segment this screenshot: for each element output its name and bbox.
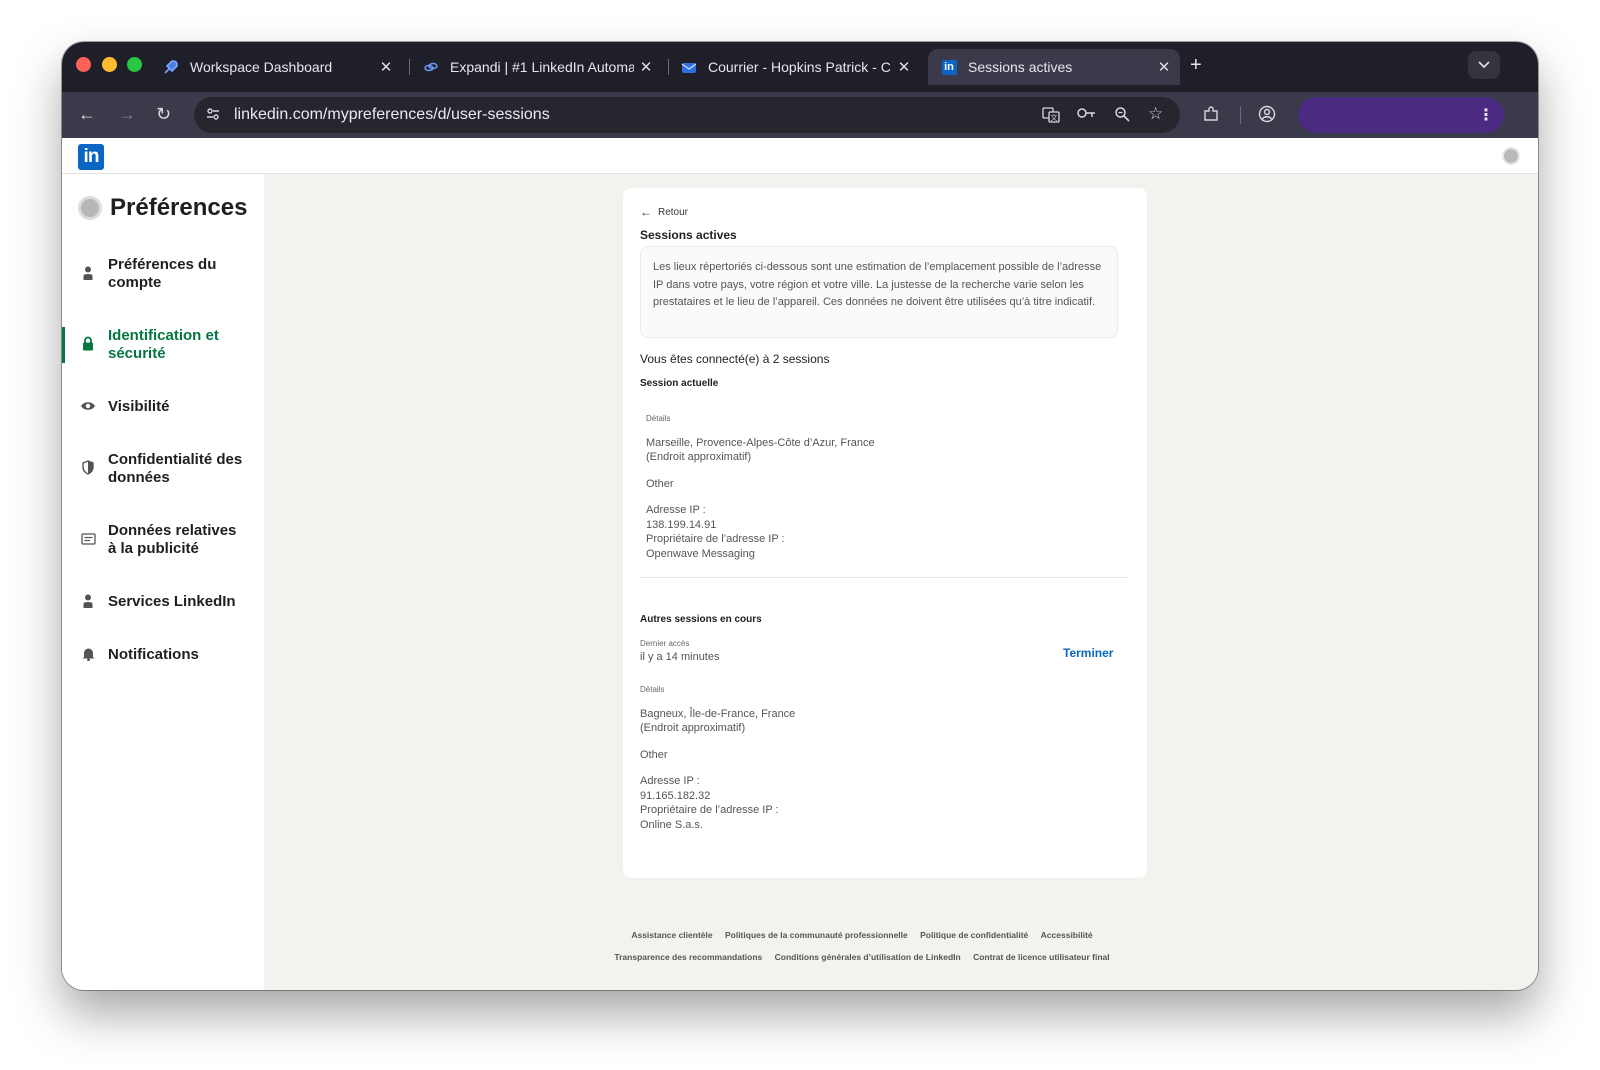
footer-link[interactable]: Politiques de la communauté professionne… — [725, 930, 908, 940]
tab-courrier[interactable]: Courrier - Hopkins Patrick - C ✕ — [668, 49, 920, 85]
back-arrow-icon[interactable]: ← — [78, 104, 96, 124]
ip-owner-label: Propriétaire de l’adresse IP : — [640, 804, 779, 816]
ip-value: 138.199.14.91 — [646, 519, 717, 531]
sidebar-item-security[interactable]: Identification et sécurité — [62, 327, 264, 363]
account-circle-icon[interactable] — [1258, 105, 1276, 128]
shield-icon — [78, 460, 98, 478]
ip-owner-value: Online S.a.s. — [640, 819, 703, 831]
sidebar-item-data-privacy[interactable]: Confidentialité des données — [62, 451, 264, 487]
tab-sessions-actives[interactable]: in Sessions actives ✕ — [928, 49, 1180, 85]
chevron-down-icon — [1478, 61, 1490, 69]
back-link[interactable]: ← Retour — [640, 205, 688, 219]
new-tab-button[interactable]: + — [1190, 54, 1202, 77]
eye-icon — [78, 399, 98, 415]
ip-owner-value: Openwave Messaging — [646, 548, 755, 560]
footer-link[interactable]: Contrat de licence utilisateur final — [973, 952, 1110, 962]
close-window-button[interactable] — [76, 57, 91, 72]
mail-icon — [680, 58, 698, 76]
ad-icon — [78, 532, 98, 548]
avatar[interactable] — [1502, 147, 1520, 165]
page-title: Préférences — [78, 194, 247, 222]
sessions-count-text: Vous êtes connecté(e) à 2 sessions — [640, 352, 830, 366]
details-label: Détails — [640, 685, 665, 694]
footer-link[interactable]: Conditions générales d’utilisation de Li… — [775, 952, 961, 962]
preferences-sidebar: Préférences Préférences du compte Identi… — [62, 174, 264, 990]
url-text[interactable]: linkedin.com/mypreferences/d/user-sessio… — [234, 106, 550, 124]
sidebar-item-visibility[interactable]: Visibilité — [62, 398, 264, 416]
details-label: Détails — [646, 414, 671, 423]
address-bar[interactable]: linkedin.com/mypreferences/d/user-sessio… — [194, 97, 1180, 133]
browser-window: Workspace Dashboard ✕ Expandi | #1 Linke… — [62, 42, 1538, 990]
session-location: Marseille, Provence-Alpes-Côte d’Azur, F… — [646, 437, 875, 449]
toolbar-divider — [1240, 106, 1241, 124]
lock-icon — [78, 336, 98, 354]
bell-icon — [78, 647, 98, 664]
sidebar-item-linkedin-services[interactable]: Services LinkedIn — [62, 593, 264, 611]
profile-button[interactable] — [1298, 97, 1504, 133]
browser-toolbar: ← → ↻ linkedin.com/mypreferences/d/user-… — [62, 92, 1538, 138]
more-menu-icon[interactable]: ⋮ — [1478, 105, 1494, 125]
avatar — [78, 196, 102, 220]
sessions-card: ← Retour Sessions actives Les lieux répe… — [623, 188, 1147, 878]
ip-label: Adresse IP : — [640, 775, 700, 787]
forward-arrow-icon[interactable]: → — [118, 104, 136, 124]
svg-text:文: 文 — [1051, 113, 1058, 122]
current-session-heading: Session actuelle — [640, 378, 719, 389]
close-tab-icon[interactable]: ✕ — [634, 58, 658, 76]
bookmark-star-icon[interactable]: ☆ — [1148, 104, 1163, 124]
close-tab-icon[interactable]: ✕ — [1152, 58, 1176, 76]
session-location-approx: (Endroit approximatif) — [646, 451, 752, 463]
ip-label: Adresse IP : — [646, 504, 706, 516]
linkedin-icon: in — [940, 58, 958, 76]
footer-links-row-2: Transparence des recommandations Conditi… — [62, 952, 1538, 962]
ip-value: 91.165.182.32 — [640, 790, 711, 802]
tab-strip: Workspace Dashboard ✕ Expandi | #1 Linke… — [62, 42, 1538, 92]
back-arrow-icon: ← — [640, 205, 652, 219]
zoom-icon[interactable] — [1114, 106, 1130, 126]
last-access-value: il y a 14 minutes — [640, 651, 720, 663]
footer-link[interactable]: Politique de confidentialité — [920, 930, 1028, 940]
link-icon — [422, 58, 440, 76]
tab-expandi[interactable]: Expandi | #1 LinkedIn Automa ✕ — [410, 49, 662, 85]
page-content: in Préférences Préférences du compte Ide… — [62, 138, 1538, 990]
site-settings-icon[interactable] — [204, 106, 222, 124]
footer-links-row-1: Assistance clientèle Politiques de la co… — [62, 930, 1538, 940]
translate-icon[interactable]: 文 — [1042, 106, 1060, 128]
session-location-approx: (Endroit approximatif) — [640, 722, 746, 734]
last-access-label: Dernier accès — [640, 639, 690, 648]
section-title: Sessions actives — [640, 228, 737, 242]
minimize-window-button[interactable] — [102, 57, 117, 72]
close-tab-icon[interactable]: ✕ — [892, 58, 916, 76]
password-key-icon[interactable] — [1076, 106, 1096, 124]
divider — [640, 577, 1128, 578]
extensions-icon[interactable] — [1202, 105, 1220, 128]
maximize-window-button[interactable] — [127, 57, 142, 72]
ip-owner-label: Propriétaire de l’adresse IP : — [646, 533, 785, 545]
session-device: Other — [640, 749, 668, 761]
info-notice: Les lieux répertoriés ci-dessous sont un… — [640, 246, 1118, 338]
linkedin-logo[interactable]: in — [78, 144, 104, 170]
tab-workspace-dashboard[interactable]: Workspace Dashboard ✕ — [150, 49, 402, 85]
sidebar-item-notifications[interactable]: Notifications — [62, 646, 264, 664]
session-device: Other — [646, 478, 674, 490]
person-icon — [78, 594, 98, 611]
session-location: Bagneux, Île-de-France, France — [640, 708, 796, 720]
sidebar-item-advertising-data[interactable]: Données relatives à la publicité — [62, 522, 264, 558]
other-sessions-heading: Autres sessions en cours — [640, 614, 762, 625]
reload-icon[interactable]: ↻ — [156, 104, 171, 124]
person-icon — [78, 266, 98, 283]
tab-search-button[interactable] — [1468, 51, 1500, 79]
footer-link[interactable]: Transparence des recommandations — [614, 952, 762, 962]
rocket-icon — [162, 58, 180, 76]
close-tab-icon[interactable]: ✕ — [374, 58, 398, 76]
sidebar-item-account-preferences[interactable]: Préférences du compte — [62, 256, 264, 292]
footer-link[interactable]: Accessibilité — [1041, 930, 1093, 940]
footer-link[interactable]: Assistance clientèle — [631, 930, 712, 940]
terminate-session-button[interactable]: Terminer — [1063, 646, 1113, 660]
linkedin-header: in — [62, 138, 1538, 174]
